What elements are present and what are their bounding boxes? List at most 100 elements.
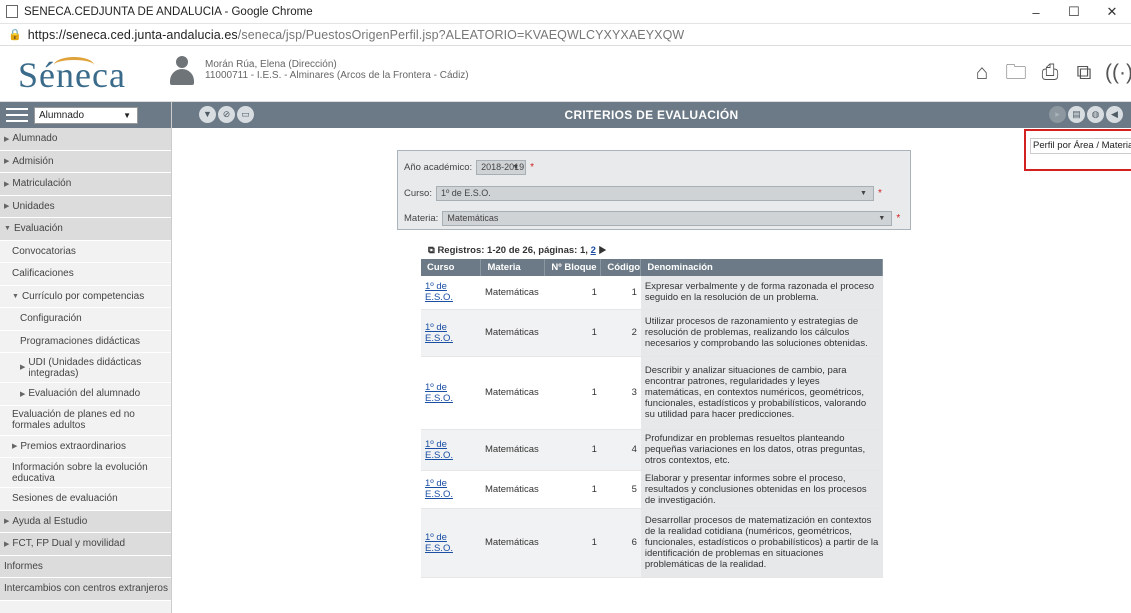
column-header[interactable]: Denominación [640,259,883,276]
page-title: CRITERIOS DE EVALUACIÓN [564,108,739,122]
table-row[interactable]: 1º de E.S.O. Matemáticas 1 3 Describir y ana… [421,356,883,430]
back-arrow-icon[interactable]: ◀ [1106,106,1123,123]
cell-curso: 1º de E.S.O. [421,470,481,509]
sidebar-item-label: FCT, FP Dual y movilidad [12,538,126,550]
curso-link[interactable]: 1º de E.S.O. [425,322,453,344]
close-button[interactable]: ✕ [1093,4,1131,20]
table-row[interactable]: 1º de E.S.O. Matemáticas 1 4 Profundizar en … [421,429,883,471]
sidebar-item-label: Evaluación de planes ed no formales adul… [12,409,135,431]
page-2-link[interactable]: 2 [591,245,596,256]
home-icon[interactable]: ⌂ [969,60,995,86]
column-header[interactable]: Nº Bloque [544,259,602,276]
sidebar-item[interactable]: ▶ FCT, FP Dual y movilidad [0,533,171,556]
column-header[interactable]: Materia [480,259,546,276]
filter-panel: Año académico: 2018-2019 ▼ * Curso: 1º de… [397,150,911,230]
address-bar[interactable]: 🔒 https://seneca.ced.junta-andalucia.es/… [0,24,1131,46]
user-info: Morán Rúa, Elena (Dirección) 11000711 - … [205,59,469,81]
sidebar-item[interactable]: Evaluación de planes ed no formales adul… [0,405,171,436]
sidebar-item[interactable]: Calificaciones [0,263,171,286]
sidebar-header: Alumnado ▼ [0,102,171,128]
tooltip: Perfil por Área / Materia [1030,138,1131,154]
sidebar-item-label: Programaciones didácticas [20,335,141,347]
cell-bloque: 1 [544,508,601,578]
sidebar-item[interactable]: Informes [0,555,171,578]
sidebar-item[interactable]: ▶ Unidades [0,195,171,218]
anio-select[interactable]: 2018-2019 ▼ [476,160,527,175]
sidebar-item[interactable]: Programaciones didácticas [0,330,171,353]
sidebar-item[interactable]: Convocatorias [0,240,171,263]
copy-icon[interactable]: ⧉ [1071,60,1097,86]
cell-bloque: 1 [544,276,601,310]
module-select[interactable]: Alumnado ▼ [34,106,138,124]
url-text[interactable]: https://seneca.ced.junta-andalucia.es/se… [28,28,685,42]
sidebar-item[interactable]: Intercambios con centros extranjeros [0,578,171,601]
maximize-button[interactable]: ☐ [1055,4,1093,20]
records-text: Registros: 1-20 de 26, páginas: 1, [437,245,588,256]
table-header-row: Curso Materia Nº Bloque Código Denominación [421,259,883,276]
lock-icon: 🔒 [8,29,22,41]
curso-link[interactable]: 1º de E.S.O. [425,478,453,500]
sidebar-item[interactable]: ▶ Ayuda al Estudio [0,510,171,533]
minimize-button[interactable]: – [1017,5,1055,20]
cancel-icon[interactable]: ⊘ [218,106,235,123]
caret-down-icon: ▼ [12,292,19,300]
window-title: SENECA.CEDJUNTA DE ANDALUCIA - Google Ch… [24,5,313,18]
sidebar-item[interactable]: ▶ Admisión [0,150,171,173]
curso-link[interactable]: 1º de E.S.O. [425,281,453,303]
print-icon[interactable]: ⎙ [1037,60,1063,86]
sidebar-item[interactable]: Información sobre la evolución educativa [0,458,171,488]
caret-right-icon: ▶ [4,203,10,211]
required-mark: * [877,188,882,199]
user-name: Morán Rúa, Elena (Dirección) [205,59,337,70]
table-row[interactable]: 1º de E.S.O. Matemáticas 1 1 Expresar verbal… [421,276,883,310]
column-header[interactable]: Código [600,259,642,276]
next-page-icon[interactable]: ▶ [599,245,607,256]
sidebar-item[interactable]: ▶ UDI (Unidades didácticas integradas) [0,353,171,383]
sidebar-item[interactable]: ▼ Currículo por competencias [0,285,171,308]
records-summary: ⧉ Registros: 1-20 de 26, páginas: 1, 2 ▶ [428,245,606,256]
required-mark: * [896,213,901,224]
required-mark: * [530,162,535,173]
curso-link[interactable]: 1º de E.S.O. [425,439,453,461]
page-toolbar: ▼ ⊘ ▭ CRITERIOS DE EVALUACIÓN ▸ ▤ ◍ ◀ [172,102,1131,128]
sidebar-item[interactable]: ▶ Evaluación del alumnado [0,383,171,406]
curso-select[interactable]: 1º de E.S.O. ▼ [435,186,874,201]
hamburger-icon[interactable] [6,108,28,122]
signal-icon[interactable]: ((·)) [1105,60,1131,86]
curso-link[interactable]: 1º de E.S.O. [425,382,453,404]
sidebar-item[interactable]: Sesiones de evaluación [0,488,171,511]
caret-right-icon: ▶ [12,443,18,451]
cell-materia: Matemáticas [480,356,545,430]
cell-bloque: 1 [544,429,601,471]
sidebar-item[interactable]: ▶ Premios extraordinarios [0,435,171,458]
caret-right-icon: ▶ [20,390,26,398]
sidebar-item-label: Informes [4,560,43,572]
folder-icon[interactable]: 🗀 [1003,60,1029,86]
seneca-logo[interactable]: Séneca [18,54,126,96]
table-row[interactable]: 1º de E.S.O. Matemáticas 1 6 Desarrollar pro… [421,508,883,578]
folder-open-icon[interactable]: ▭ [237,106,254,123]
globe-icon[interactable]: ◍ [1087,106,1104,123]
sidebar-item[interactable]: ▼ Evaluación [0,218,171,241]
table-row[interactable]: 1º de E.S.O. Matemáticas 1 5 Elaborar y pres… [421,470,883,509]
export-icon[interactable]: ▸ [1049,106,1066,123]
page-icon [6,5,18,18]
column-header[interactable]: Curso [421,259,482,276]
user-avatar-icon [170,56,194,86]
report-icon[interactable]: ▤ [1068,106,1085,123]
sidebar-item[interactable]: Configuración [0,308,171,331]
sidebar-item[interactable]: ▶ Matriculación [0,173,171,196]
caret-down-icon: ▼ [4,225,11,233]
sidebar-item-label: Evaluación [13,223,63,235]
cell-curso: 1º de E.S.O. [421,276,481,310]
materia-select[interactable]: Matemáticas ▼ [442,211,893,226]
cell-codigo: 3 [600,356,641,430]
cell-materia: Matemáticas [480,276,545,310]
filter-icon[interactable]: ▼ [199,106,216,123]
sidebar-item[interactable]: ▶ Alumnado [0,128,171,151]
sidebar-item-label: Sesiones de evaluación [12,493,118,505]
table-row[interactable]: 1º de E.S.O. Matemáticas 1 2 Utilizar proces… [421,309,883,357]
curso-link[interactable]: 1º de E.S.O. [425,532,453,554]
sidebar-item-label: Evaluación del alumnado [28,388,141,400]
anio-label: Año académico: [404,162,473,173]
